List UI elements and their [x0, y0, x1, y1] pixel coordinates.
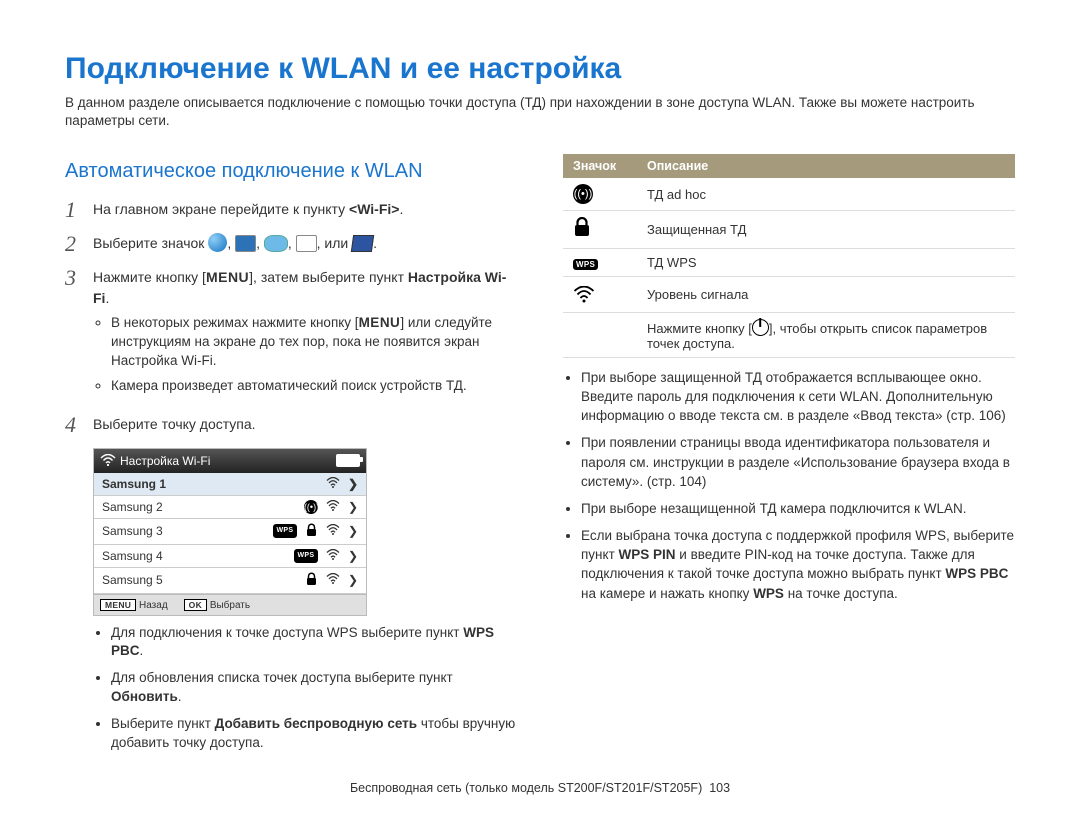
wifi-icon [100, 453, 116, 469]
right-column: Значок Описание ((•)) ТД ad hoc Защищенн… [563, 154, 1015, 761]
network-row-2: Samsung 2 ((•)) ❯ [94, 496, 366, 519]
lock-icon [305, 523, 318, 540]
after-bullet-3: Выберите пункт Добавить беспроводную сет… [111, 715, 517, 753]
network-row-1: Samsung 1 ❯ [94, 473, 366, 496]
ok-key: OK [184, 599, 207, 611]
photo-share-icon [235, 235, 256, 252]
power-desc: Нажмите кнопку [], чтобы открыть список … [637, 312, 1015, 357]
table-header-icon: Значок [563, 154, 637, 178]
adhoc-icon: ((•)) [304, 500, 318, 514]
step-3-mid: ], затем выберите пункт [249, 269, 408, 285]
ok-key-label: Выбрать [210, 600, 250, 611]
network-name: Samsung 2 [102, 500, 163, 514]
remote-viewfinder-icon [351, 235, 374, 252]
step-3-sublist: В некоторых режимах нажмите кнопку [MENU… [93, 314, 517, 396]
device-header: Настройка Wi-Fi [94, 449, 366, 473]
adhoc-desc: ТД ad hoc [637, 178, 1015, 211]
menu-label: MENU [206, 269, 249, 285]
network-row-5: Samsung 5 ❯ [94, 568, 366, 594]
network-row-4: Samsung 4 WPS ❯ [94, 545, 366, 568]
lock-icon [305, 572, 318, 589]
globe-icon [208, 233, 227, 252]
icon-description-table: Значок Описание ((•)) ТД ad hoc Защищенн… [563, 154, 1015, 358]
network-name: Samsung 4 [102, 549, 163, 563]
menu-label-2: MENU [359, 315, 401, 330]
signal-icon [326, 573, 340, 587]
right-bullet-3: При выборе незащищенной ТД камера подклю… [581, 499, 1015, 518]
signal-icon [326, 549, 340, 563]
lock-icon [573, 221, 591, 243]
right-bullet-2: При появлении страницы ввода идентификат… [581, 433, 1015, 490]
step-1-text-pre: На главном экране перейдите к пункту [93, 201, 349, 217]
chevron-right-icon: ❯ [348, 477, 358, 491]
chevron-right-icon: ❯ [348, 524, 358, 538]
device-network-list: Samsung 1 ❯ Samsung 2 ((•)) [94, 473, 366, 594]
device-footer: MENU Назад OK Выбрать [94, 594, 366, 615]
after-bullet-2: Для обновления списка точек доступа выбе… [111, 669, 517, 707]
footer-text: Беспроводная сеть (только модель ST200F/… [350, 781, 702, 795]
step-3-post: . [105, 290, 109, 306]
content-columns: Автоматическое подключение к WLAN На гла… [65, 154, 1015, 761]
after-device-bullets: Для подключения к точке доступа WPS выбе… [65, 624, 517, 753]
signal-desc: Уровень сигнала [637, 277, 1015, 313]
page-footer: Беспроводная сеть (только модель ST200F/… [0, 781, 1080, 795]
left-column: Автоматическое подключение к WLAN На гла… [65, 154, 517, 761]
cloud-icon [264, 235, 288, 252]
step-3-sub1: В некоторых режимах нажмите кнопку [MENU… [111, 314, 517, 371]
power-icon [752, 319, 769, 336]
step-1-bold: <Wi-Fi> [349, 201, 399, 217]
page-intro: В данном разделе описывается подключение… [65, 94, 1015, 130]
battery-icon [336, 454, 360, 467]
signal-icon [326, 524, 340, 538]
step-3-pre: Нажмите кнопку [ [93, 269, 206, 285]
table-header-desc: Описание [637, 154, 1015, 178]
steps-list: На главном экране перейдите к пункту <Wi… [65, 199, 517, 435]
wps-icon: WPS [273, 524, 297, 538]
step-4-text: Выберите точку доступа. [93, 414, 517, 436]
device-header-title: Настройка Wi-Fi [120, 454, 210, 468]
right-bullets: При выборе защищенной ТД отображается вс… [563, 368, 1015, 603]
wps-icon: WPS [294, 549, 318, 563]
page-title: Подключение к WLAN и ее настройка [65, 52, 1015, 86]
step-2-text-pre: Выберите значок [93, 235, 208, 251]
email-icon [296, 235, 317, 252]
menu-key: MENU [100, 599, 136, 611]
chevron-right-icon: ❯ [348, 549, 358, 563]
step-2: Выберите значок , , , , или . [65, 233, 517, 255]
signal-icon [573, 283, 595, 305]
right-bullet-1: При выборе защищенной ТД отображается вс… [581, 368, 1015, 425]
menu-key-label: Назад [139, 600, 168, 611]
wps-icon: WPS [573, 259, 598, 270]
step-1: На главном экране перейдите к пункту <Wi… [65, 199, 517, 221]
step-4: Выберите точку доступа. [65, 414, 517, 436]
network-name: Samsung 3 [102, 524, 163, 538]
chevron-right-icon: ❯ [348, 500, 358, 514]
after-bullet-1: Для подключения к точке доступа WPS выбе… [111, 624, 517, 662]
manual-page: Подключение к WLAN и ее настройка В данн… [0, 0, 1080, 815]
right-bullet-4: Если выбрана точка доступа с поддержкой … [581, 526, 1015, 603]
chevron-right-icon: ❯ [348, 573, 358, 587]
step-1-text-post: . [399, 201, 403, 217]
step-3: Нажмите кнопку [MENU], затем выберите пу… [65, 267, 517, 401]
section-title: Автоматическое подключение к WLAN [65, 160, 517, 183]
network-name: Samsung 1 [102, 477, 166, 491]
adhoc-icon: ((•)) [573, 184, 593, 204]
device-screenshot: Настройка Wi-Fi Samsung 1 ❯ [93, 448, 367, 616]
signal-icon [326, 500, 340, 514]
lock-desc: Защищенная ТД [637, 211, 1015, 249]
network-row-3: Samsung 3 WPS ❯ [94, 519, 366, 545]
signal-icon [326, 477, 340, 491]
page-number: 103 [709, 781, 730, 795]
network-name: Samsung 5 [102, 573, 163, 587]
step-2-text-or: , или [317, 235, 352, 251]
step-3-sub2: Камера произведет автоматический поиск у… [111, 377, 517, 396]
wps-desc: ТД WPS [637, 249, 1015, 277]
